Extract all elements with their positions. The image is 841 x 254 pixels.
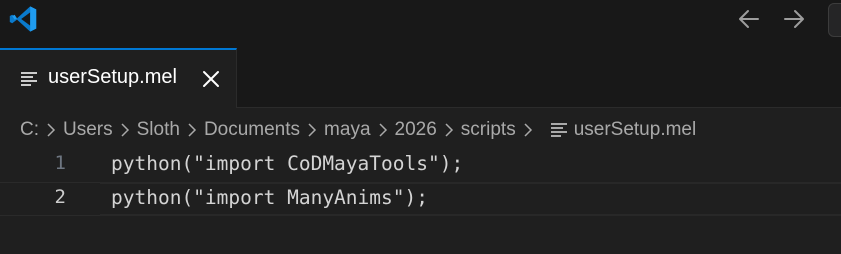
code-text[interactable]: python("import CoDMayaTools"); bbox=[111, 152, 463, 175]
chevron-right-icon bbox=[188, 123, 196, 137]
breadcrumb-item-scripts[interactable]: scripts bbox=[461, 119, 516, 141]
code-line[interactable]: 1 python("import CoDMayaTools"); bbox=[0, 148, 841, 182]
title-bar bbox=[0, 0, 841, 38]
breadcrumb-item-documents[interactable]: Documents bbox=[204, 119, 300, 141]
line-number: 2 bbox=[54, 186, 66, 208]
breadcrumb-item-file[interactable]: userSetup.mel bbox=[574, 119, 697, 141]
command-center-search[interactable] bbox=[828, 3, 841, 37]
close-icon[interactable] bbox=[200, 68, 222, 90]
code-text[interactable]: python("import ManyAnims"); bbox=[111, 186, 428, 209]
file-lines-icon bbox=[550, 123, 567, 137]
tab-usersetup-mel[interactable]: userSetup.mel bbox=[0, 48, 237, 108]
chevron-right-icon bbox=[524, 123, 532, 137]
breadcrumb-item-drive[interactable]: C: bbox=[20, 119, 39, 141]
chevron-right-icon bbox=[378, 123, 387, 137]
chevron-right-icon bbox=[47, 123, 56, 137]
code-editor[interactable]: 1 python("import CoDMayaTools"); 2 pytho… bbox=[0, 146, 841, 254]
editor-tab-bar: userSetup.mel bbox=[0, 38, 841, 108]
navigate-back-button[interactable] bbox=[735, 6, 763, 32]
code-line-current[interactable]: 2 python("import ManyAnims"); bbox=[0, 182, 841, 216]
vscode-logo-icon[interactable] bbox=[7, 4, 39, 34]
chevron-right-icon bbox=[121, 123, 129, 137]
arrow-right-icon bbox=[784, 10, 804, 28]
line-number: 1 bbox=[54, 152, 66, 174]
breadcrumb-item-maya[interactable]: maya bbox=[324, 119, 370, 141]
tab-label: userSetup.mel bbox=[48, 66, 177, 88]
file-lines-icon bbox=[21, 72, 37, 86]
navigate-forward-button[interactable] bbox=[780, 6, 808, 32]
breadcrumb: C: Users Sloth Documents maya 2026 scrip… bbox=[20, 115, 696, 145]
chevron-right-icon bbox=[308, 123, 317, 137]
breadcrumb-item-2026[interactable]: 2026 bbox=[395, 119, 437, 141]
arrow-left-icon bbox=[739, 10, 759, 28]
breadcrumb-item-users[interactable]: Users bbox=[63, 119, 113, 141]
chevron-right-icon bbox=[445, 123, 453, 137]
breadcrumb-item-sloth[interactable]: Sloth bbox=[137, 119, 180, 141]
